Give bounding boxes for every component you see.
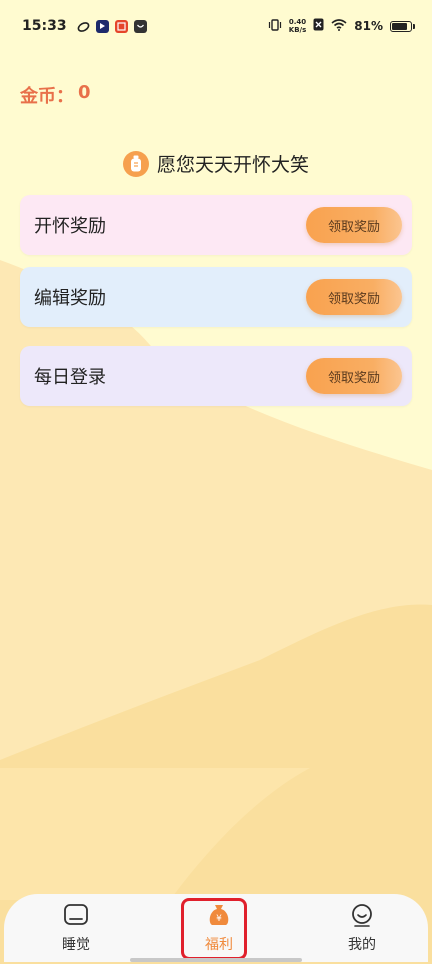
- battery-icon: [390, 20, 415, 32]
- coins-display: 金币： 0: [20, 82, 91, 108]
- slogan: 愿您天天开怀大笑: [0, 150, 432, 177]
- battery-percent: 81%: [354, 19, 383, 33]
- reward-card-edit: 编辑奖励 领取奖励: [20, 267, 412, 327]
- network-speed-value: 0.40: [288, 18, 307, 26]
- reward-title: 编辑奖励: [34, 288, 106, 309]
- home-indicator[interactable]: [130, 958, 302, 962]
- wifi-icon: [331, 18, 347, 34]
- money-bag-icon: ¥: [206, 903, 232, 931]
- no-sim-icon: [313, 18, 324, 34]
- status-bar: 15:33 0.40 KB/s 81%: [0, 0, 432, 52]
- bottom-tab-bar: 睡觉 ¥ 福利 我的: [4, 894, 428, 962]
- claim-reward-button[interactable]: 领取奖励: [306, 279, 402, 315]
- background-illustration: [0, 260, 432, 964]
- slogan-text: 愿您天天开怀大笑: [156, 154, 309, 176]
- reward-title: 每日登录: [34, 367, 106, 388]
- bottle-icon: [122, 150, 149, 177]
- tab-label: 睡觉: [62, 936, 90, 953]
- svg-text:¥: ¥: [216, 914, 222, 924]
- status-time: 15:33: [22, 18, 67, 34]
- reward-card-happy: 开怀奖励 领取奖励: [20, 195, 412, 255]
- tab-welfare[interactable]: ¥ 福利: [187, 903, 251, 954]
- status-left: 15:33: [22, 18, 147, 34]
- status-right: 0.40 KB/s 81%: [268, 18, 415, 34]
- network-speed-unit: KB/s: [288, 26, 307, 34]
- tab-mine[interactable]: 我的: [330, 903, 394, 954]
- coins-label: 金币：: [20, 86, 74, 107]
- claim-reward-button[interactable]: 领取奖励: [306, 358, 402, 394]
- vibrate-icon: [268, 18, 282, 34]
- tab-label: 福利: [205, 936, 233, 953]
- home-box-icon: [62, 903, 90, 931]
- tab-label: 我的: [348, 936, 376, 953]
- shopping-app-icon: [133, 19, 147, 33]
- coins-value: 0: [78, 82, 91, 103]
- claim-reward-button[interactable]: 领取奖励: [306, 207, 402, 243]
- network-speed: 0.40 KB/s: [289, 18, 306, 34]
- play-app-icon: [95, 19, 109, 33]
- smiley-face-icon: [348, 903, 376, 931]
- reward-title: 开怀奖励: [34, 216, 106, 237]
- tab-sleep[interactable]: 睡觉: [44, 903, 108, 954]
- battery-fill: [392, 22, 407, 30]
- news-app-icon: [114, 19, 128, 33]
- cloud-app-icon: [77, 20, 90, 33]
- reward-card-daily-login: 每日登录 领取奖励: [20, 346, 412, 406]
